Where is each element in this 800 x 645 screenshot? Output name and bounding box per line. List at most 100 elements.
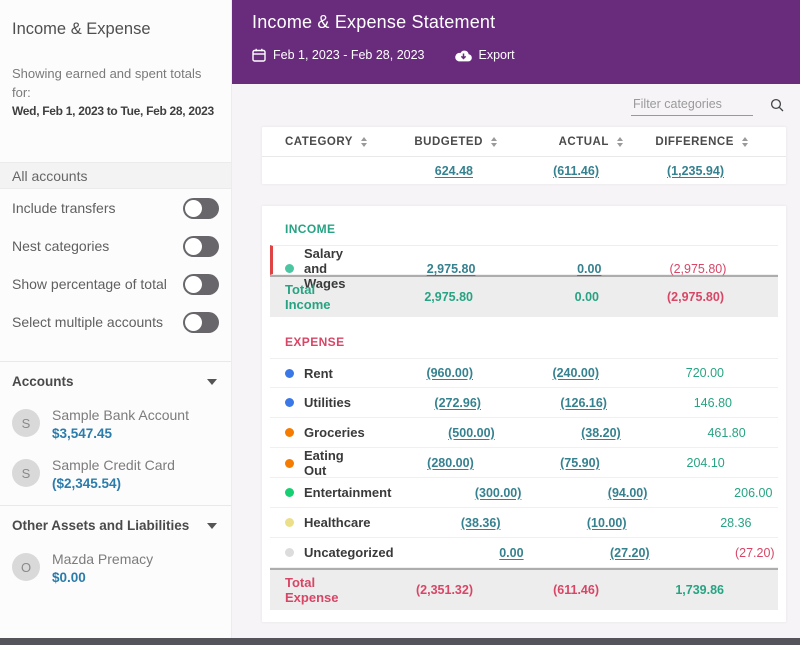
account-item-sample-credit[interactable]: S Sample Credit Card ($2,345.54) <box>0 449 231 499</box>
show-percentage-toggle[interactable] <box>183 273 219 295</box>
filter-categories-input[interactable] <box>631 93 753 116</box>
actual-link[interactable]: 0.00 <box>577 262 601 276</box>
actual-link[interactable]: (126.16) <box>560 396 607 410</box>
toggle-knob <box>185 313 202 331</box>
account-info: Sample Credit Card ($2,345.54) <box>52 457 175 491</box>
category-dot-icon <box>285 458 294 468</box>
category-name: Uncategorized <box>304 545 394 560</box>
category-dot-icon <box>285 548 294 557</box>
total-income-difference: (2,975.80) <box>667 290 724 304</box>
category-name: Rent <box>304 365 333 381</box>
actual-link[interactable]: (38.20) <box>581 426 621 440</box>
export-label: Export <box>478 48 515 62</box>
toggle-knob <box>185 237 202 255</box>
account-balance: $3,547.45 <box>52 426 113 442</box>
all-accounts-selector[interactable]: All accounts <box>0 162 231 190</box>
account-item-mazda-premacy[interactable]: O Mazda Premacy $0.00 <box>0 543 231 593</box>
table-header-row: CATEGORY BUDGETED ACTUAL DIFFERENCE <box>262 127 786 157</box>
budgeted-link[interactable]: 0.00 <box>499 546 523 560</box>
toggle-knob <box>185 275 202 293</box>
expense-row-groceries[interactable]: Groceries (500.00) (38.20) 461.80 <box>270 418 778 448</box>
include-transfers-toggle[interactable] <box>183 197 219 219</box>
select-multiple-accounts-toggle[interactable] <box>183 311 219 333</box>
toggle-row-select-multiple: Select multiple accounts <box>0 303 231 341</box>
summary-card: CATEGORY BUDGETED ACTUAL DIFFERENCE 624.… <box>262 127 786 184</box>
difference-value: 28.36 <box>720 515 752 530</box>
accounts-section-header[interactable]: Accounts <box>0 361 231 399</box>
total-income-row: Total Income 2,975.80 0.00 (2,975.80) <box>270 275 778 317</box>
category-dot-icon <box>285 264 294 273</box>
actual-link[interactable]: (27.20) <box>610 546 650 560</box>
actual-link[interactable]: (10.00) <box>587 516 627 530</box>
column-header-budgeted[interactable]: BUDGETED <box>367 136 497 148</box>
toggle-label: Nest categories <box>12 238 110 255</box>
expense-row-healthcare[interactable]: Healthcare (38.36) (10.00) 28.36 <box>270 508 778 538</box>
budgeted-link[interactable]: (960.00) <box>426 366 473 380</box>
date-range-label: Feb 1, 2023 - Feb 28, 2023 <box>273 48 425 62</box>
statement-card: INCOME Salary and Wages 2,975.80 0.00 (2… <box>262 206 786 622</box>
date-range-button[interactable]: Feb 1, 2023 - Feb 28, 2023 <box>252 48 425 62</box>
budgeted-link[interactable]: (280.00) <box>427 456 474 470</box>
accounts-section-label: Accounts <box>12 374 74 390</box>
actual-link[interactable]: (94.00) <box>608 486 648 500</box>
budgeted-link[interactable]: (38.36) <box>461 516 501 530</box>
other-assets-section-label: Other Assets and Liabilities <box>12 518 190 534</box>
avatar: O <box>12 553 40 582</box>
expense-row-eating-out[interactable]: Eating Out (280.00) (75.90) 204.10 <box>270 448 778 478</box>
budgeted-link[interactable]: (500.00) <box>448 426 495 440</box>
summary-actual-link[interactable]: (611.46) <box>553 164 599 178</box>
chevron-down-icon <box>207 522 217 529</box>
category-name: Entertainment <box>304 485 392 500</box>
difference-value: 720.00 <box>685 366 724 380</box>
toggle-label: Show percentage of total <box>12 276 167 293</box>
category-dot-icon <box>285 368 294 378</box>
column-header-difference[interactable]: DIFFERENCE <box>623 136 748 148</box>
difference-value: (27.20) <box>734 545 775 560</box>
expense-section-label: EXPENSE <box>285 335 345 349</box>
account-balance: $0.00 <box>52 570 86 586</box>
column-header-category[interactable]: CATEGORY <box>285 136 367 148</box>
sidebar-description-line1: Showing earned and spent totals for: <box>12 66 202 100</box>
sidebar-title: Income & Expense <box>12 20 151 38</box>
category-name: Eating Out <box>304 448 344 478</box>
category-dot-icon <box>285 488 294 497</box>
category-dot-icon <box>285 518 294 527</box>
expense-row-utilities[interactable]: Utilities (272.96) (126.16) 146.80 <box>270 388 778 418</box>
toggle-row-show-percentage: Show percentage of total <box>0 265 231 303</box>
toggle-label: Select multiple accounts <box>12 314 163 331</box>
content: CATEGORY BUDGETED ACTUAL DIFFERENCE <box>232 84 800 645</box>
sidebar-description: Showing earned and spent totals for: Wed… <box>12 65 219 120</box>
main-area: Income & Expense Statement Feb 1, 2023 -… <box>232 0 800 645</box>
budgeted-link[interactable]: (272.96) <box>434 396 481 410</box>
account-item-sample-bank[interactable]: S Sample Bank Account $3,547.45 <box>0 399 231 449</box>
budgeted-link[interactable]: (300.00) <box>475 486 522 500</box>
account-name: Mazda Premacy <box>52 551 154 568</box>
export-button[interactable]: Export <box>454 48 515 62</box>
total-expense-difference: 1,739.86 <box>675 583 724 597</box>
category-cell: Utilities <box>285 395 351 410</box>
toggle-label: Include transfers <box>12 200 116 217</box>
avatar: S <box>12 409 40 438</box>
actual-link[interactable]: (240.00) <box>552 366 599 380</box>
account-info: Mazda Premacy $0.00 <box>52 551 153 585</box>
expense-row-uncategorized[interactable]: Uncategorized 0.00 (27.20) (27.20) <box>270 538 778 568</box>
expense-row-entertainment[interactable]: Entertainment (300.00) (94.00) 206.00 <box>270 478 778 508</box>
summary-difference-link[interactable]: (1,235.94) <box>667 164 724 178</box>
income-row-salary-and-wages[interactable]: Salary and Wages 2,975.80 0.00 (2,975.80… <box>270 245 778 291</box>
total-expense-label: Total Expense <box>285 575 339 605</box>
budgeted-link[interactable]: 2,975.80 <box>427 262 476 276</box>
search-button[interactable] <box>768 96 786 114</box>
expense-row-rent[interactable]: Rent (960.00) (240.00) 720.00 <box>270 358 778 388</box>
actual-link[interactable]: (75.90) <box>560 456 600 470</box>
column-label: CATEGORY <box>285 135 353 148</box>
category-name: Groceries <box>304 425 365 440</box>
summary-budgeted-link[interactable]: 624.48 <box>435 164 473 178</box>
nest-categories-toggle[interactable] <box>183 235 219 257</box>
difference-value: (2,975.80) <box>669 261 727 276</box>
category-name: Utilities <box>304 395 351 410</box>
other-assets-section-header[interactable]: Other Assets and Liabilities <box>0 505 231 543</box>
header-controls: Feb 1, 2023 - Feb 28, 2023 Export <box>252 48 780 62</box>
column-header-actual[interactable]: ACTUAL <box>497 136 623 148</box>
category-dot-icon <box>285 428 294 437</box>
app: Income & Expense Showing earned and spen… <box>0 0 800 645</box>
